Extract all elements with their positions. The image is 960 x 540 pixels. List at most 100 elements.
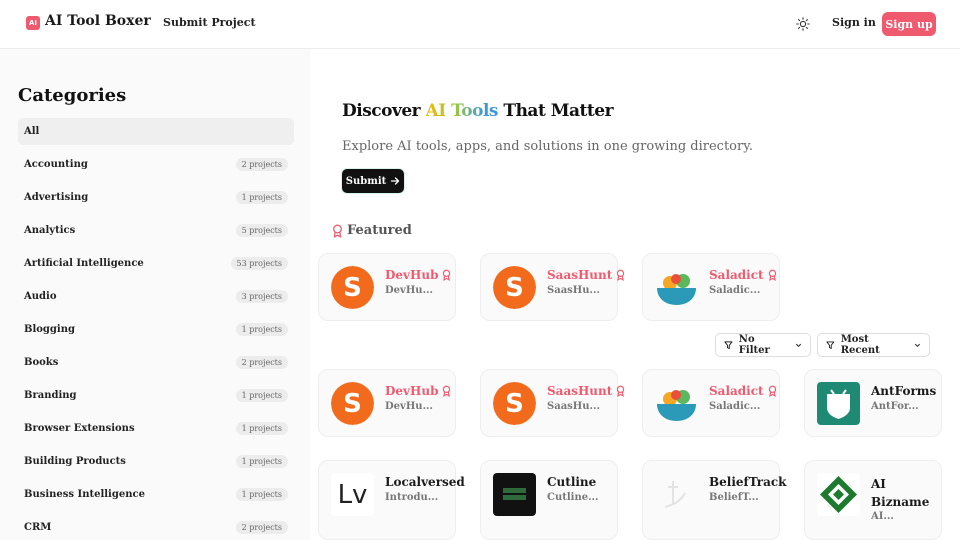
theme-toggle-sun-icon[interactable] xyxy=(795,16,811,32)
category-count-badge: 3 projects xyxy=(235,290,288,303)
tool-card-localversed[interactable]: Lv Localversed Introdu... xyxy=(318,460,465,540)
filter-icon xyxy=(724,341,733,350)
ai-bizname-logo-icon xyxy=(817,473,860,516)
category-item-browser-extensions[interactable]: Browser Extensions 1 projects xyxy=(18,415,294,442)
card-title: AI Bizname xyxy=(871,477,930,509)
tool-card-antforms[interactable]: AntForms AntFor... xyxy=(804,369,942,437)
card-description: DevHu... xyxy=(385,285,434,296)
category-count-badge: 1 projects xyxy=(235,323,288,336)
category-item-blogging[interactable]: Blogging 1 projects xyxy=(18,316,294,343)
category-count-badge: 2 projects xyxy=(235,158,288,171)
filter-label: No Filter xyxy=(738,334,770,356)
card-title: DevHub xyxy=(385,268,451,282)
submit-label: Submit xyxy=(345,175,387,187)
filter-dropdown[interactable]: No Filter xyxy=(715,333,811,357)
categories-sidebar: Categories All Accounting 2 projects Adv… xyxy=(0,49,310,540)
tool-card-devhub[interactable]: S DevHub DevHu... xyxy=(318,369,456,437)
category-item-audio[interactable]: Audio 3 projects xyxy=(18,283,294,310)
category-count-badge: 1 projects xyxy=(235,422,288,435)
saladict-bowl-icon xyxy=(655,266,698,309)
category-item-advertising[interactable]: Advertising 1 projects xyxy=(18,184,294,211)
sort-label: Most Recent xyxy=(840,334,880,356)
category-name: Books xyxy=(24,357,59,368)
category-item-analytics[interactable]: Analytics 5 projects xyxy=(18,217,294,244)
sign-in-link[interactable]: Sign in xyxy=(832,16,876,29)
card-title: DevHub xyxy=(385,384,451,398)
category-name: Blogging xyxy=(24,324,75,335)
category-item-business-intelligence[interactable]: Business Intelligence 1 projects xyxy=(18,481,294,508)
category-item-branding[interactable]: Branding 1 projects xyxy=(18,382,294,409)
devhub-logo-icon: S xyxy=(331,266,374,309)
tool-card-saladict[interactable]: Saladict Saladic... xyxy=(642,369,780,437)
cutline-logo-icon xyxy=(493,473,536,516)
award-icon xyxy=(768,385,776,397)
category-item-building-products[interactable]: Building Products 1 projects xyxy=(18,448,294,475)
category-item-books[interactable]: Books 2 projects xyxy=(18,349,294,376)
hero-title-highlight: AI Tools xyxy=(425,101,499,121)
belieftrack-logo-icon xyxy=(655,473,698,516)
localversed-logo-icon: Lv xyxy=(331,473,374,516)
card-title: SaasHunt xyxy=(547,268,625,282)
category-count-badge: 2 projects xyxy=(235,356,288,369)
sign-up-button[interactable]: Sign up xyxy=(882,12,936,36)
submit-project-link[interactable]: Submit Project xyxy=(163,16,256,29)
category-count-badge: 1 projects xyxy=(235,488,288,501)
hero-title-post: That Matter xyxy=(498,101,614,121)
category-count-badge: 53 projects xyxy=(230,257,288,270)
featured-card-saladict[interactable]: Saladict Saladic... xyxy=(642,253,780,321)
category-count-badge: 5 projects xyxy=(235,224,288,237)
card-title: AntForms xyxy=(871,384,937,398)
award-icon xyxy=(617,269,625,281)
filter-icon xyxy=(826,341,835,349)
top-nav: AI AI Tool Boxer Submit Project Sign in … xyxy=(0,0,960,49)
card-title: SaasHunt xyxy=(547,384,625,398)
chevron-down-icon xyxy=(795,343,802,348)
category-item-crm[interactable]: CRM 2 projects xyxy=(18,514,294,540)
featured-card-devhub[interactable]: S DevHub DevHu... xyxy=(318,253,456,321)
award-icon xyxy=(617,385,625,397)
card-description: Introdu... xyxy=(385,492,439,503)
category-name: Analytics xyxy=(24,225,76,236)
site-logo[interactable]: AI Tool Boxer xyxy=(45,13,151,29)
hero-title: Discover AI Tools That Matter xyxy=(342,101,614,121)
card-description: AI... xyxy=(871,511,894,522)
category-name: Building Products xyxy=(24,456,126,467)
category-item-accounting[interactable]: Accounting 2 projects xyxy=(18,151,294,178)
category-count-badge: 2 projects xyxy=(235,521,288,534)
card-description: DevHu... xyxy=(385,401,434,412)
card-description: AntFor... xyxy=(871,401,919,412)
tool-card-ai-bizname[interactable]: AI Bizname AI... xyxy=(804,460,942,540)
categories-title: Categories xyxy=(18,85,127,106)
category-count-badge: 1 projects xyxy=(235,389,288,402)
featured-heading: Featured xyxy=(332,223,412,238)
card-description: Saladic... xyxy=(709,285,761,296)
featured-card-saashunt[interactable]: S SaasHunt SaasHu... xyxy=(480,253,625,321)
hero-title-pre: Discover xyxy=(342,101,426,121)
logo-icon[interactable]: AI xyxy=(26,16,40,30)
hero-submit-button[interactable]: Submit xyxy=(342,169,404,193)
card-description: Saladic... xyxy=(709,401,761,412)
category-item-artificial-intelligence[interactable]: Artificial Intelligence 53 projects xyxy=(18,250,294,277)
saashunt-logo-icon: S xyxy=(493,266,536,309)
tool-card-saashunt[interactable]: S SaasHunt SaasHu... xyxy=(480,369,625,437)
category-list: All Accounting 2 projects Advertising 1 … xyxy=(18,118,294,540)
card-description: BeliefT... xyxy=(709,492,759,503)
card-title: BeliefTrack xyxy=(709,475,787,489)
award-icon xyxy=(443,269,451,281)
category-name: Accounting xyxy=(24,159,88,170)
antforms-logo-icon xyxy=(817,382,860,425)
sort-dropdown[interactable]: Most Recent xyxy=(817,333,930,357)
tool-card-belieftrack[interactable]: BeliefTrack BeliefT... xyxy=(642,460,786,540)
category-item-all[interactable]: All xyxy=(18,118,294,145)
saladict-bowl-icon xyxy=(655,382,698,425)
category-count-badge: 1 projects xyxy=(235,455,288,468)
tool-card-cutline[interactable]: Cutline Cutline... xyxy=(480,460,618,540)
arrow-right-icon xyxy=(391,177,400,185)
category-name: Business Intelligence xyxy=(24,489,145,500)
category-name: Audio xyxy=(24,291,57,302)
card-description: SaasHu... xyxy=(547,401,600,412)
featured-label: Featured xyxy=(347,223,412,238)
award-icon xyxy=(333,224,342,238)
card-description: SaasHu... xyxy=(547,285,600,296)
card-title: Localversed xyxy=(385,475,465,489)
